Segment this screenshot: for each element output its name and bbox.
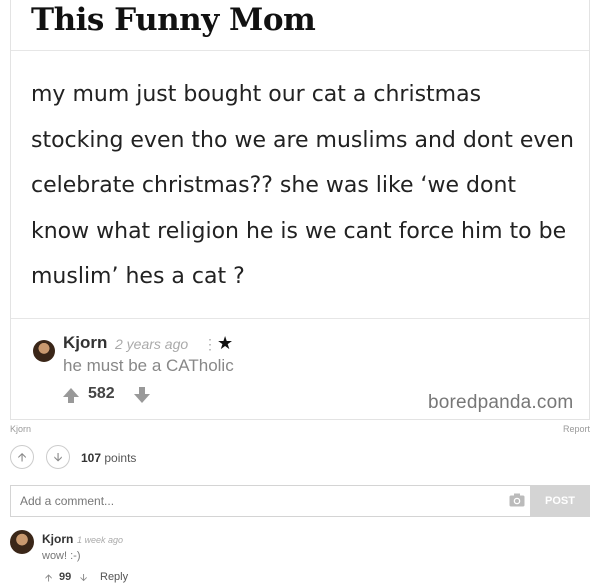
comment-form — [10, 485, 590, 517]
downvote-button[interactable]: 🡫 — [46, 445, 70, 469]
post-title: This Funny Mom — [31, 2, 316, 38]
user-comment-time: 1 week ago — [77, 535, 124, 545]
user-comment-author[interactable]: Kjorn — [42, 532, 73, 546]
points-display: 107 points — [81, 451, 136, 465]
upvote-button[interactable]: 🡩 — [10, 445, 34, 469]
comment-upvote-icon[interactable]: 🡩 — [45, 571, 52, 588]
star-icon: ★ — [217, 333, 234, 353]
watermark: boredpanda.com — [428, 392, 574, 413]
post-image-card: This Funny Mom my mum just bought our ca… — [10, 0, 590, 420]
downvote-arrow-stem — [139, 387, 145, 394]
arrow-up-icon: 🡩 — [17, 450, 27, 464]
comment-text: he must be a CATholic — [63, 356, 234, 375]
post-text: my mum just bought our cat a christmas s… — [31, 82, 574, 289]
post-comment-button[interactable]: POST — [530, 485, 590, 517]
comment-input[interactable] — [11, 486, 501, 516]
points-value: 107 — [81, 451, 102, 465]
comment-downvote-icon[interactable]: 🡫 — [80, 571, 87, 588]
user-comment-votes: 99 — [59, 571, 72, 583]
arrow-down-icon: 🡫 — [53, 450, 63, 464]
points-label: points — [104, 451, 137, 465]
reply-button[interactable]: Reply — [100, 571, 128, 583]
user-avatar[interactable] — [10, 530, 34, 554]
report-link[interactable]: Report — [563, 424, 590, 434]
comment-vote-count: 582 — [88, 385, 115, 402]
comment-time: 2 years ago — [115, 336, 189, 352]
text-divider — [11, 318, 589, 319]
upvote-arrow-stem — [68, 396, 74, 403]
uploader-link[interactable]: Kjorn — [10, 424, 31, 434]
comment-avatar — [33, 340, 55, 362]
camera-icon[interactable] — [509, 493, 525, 507]
kebab-menu-icon: ⋮ — [203, 336, 217, 352]
comment-author: Kjorn — [63, 333, 108, 352]
title-divider — [11, 50, 589, 51]
downvote-arrow-icon — [134, 394, 150, 403]
user-comment-text: wow! :-) — [42, 550, 81, 562]
